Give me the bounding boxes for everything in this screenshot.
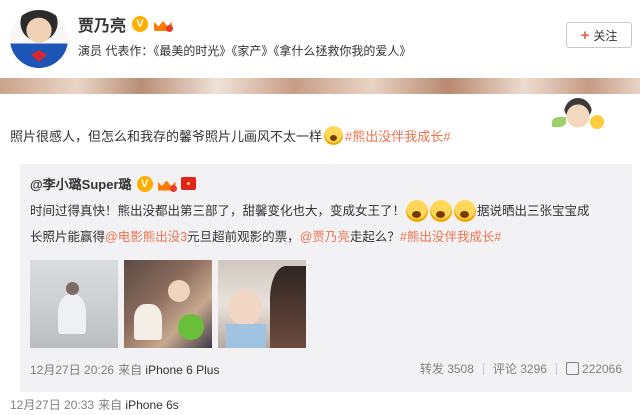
name-row: 贾乃亮 V <box>78 12 174 36</box>
user-name[interactable]: 贾乃亮 <box>78 12 126 36</box>
like-button[interactable]: 222066 <box>565 361 622 376</box>
weibo-post: 照片很感人，但怎么和我存的馨爷照片儿画风不太一样 #熊出没伴我成长# @李小璐S… <box>0 94 640 415</box>
work-link-1[interactable]: 《最美的时光》 <box>153 44 231 58</box>
divider <box>482 362 484 375</box>
post-source: 来自 iPhone 6s <box>98 396 179 413</box>
plus-icon: + <box>580 26 590 44</box>
shocked-emoji-icon <box>430 200 453 222</box>
repost-text-part: 据说晒出三张宝宝成 <box>477 204 590 218</box>
bio-prefix: 演员 代表作： <box>78 44 154 58</box>
topic-link[interactable]: #熊出没伴我成长# <box>400 224 501 250</box>
cover-strip <box>0 78 640 94</box>
work-link-2[interactable]: 《家产》 <box>231 44 273 58</box>
profile-header: 贾乃亮 V 演员 代表作：《最美的时光》《家产》《拿什么拯救你我的爱人》 + 关… <box>0 0 640 78</box>
source-prefix: 来自 <box>98 398 123 412</box>
comment-count: 3296 <box>520 362 547 376</box>
vip-crown-icon <box>157 177 177 192</box>
sleepy-emoji-icon <box>324 126 344 145</box>
repost-label: 转发 <box>419 362 444 376</box>
comment-label: 评论 <box>492 362 517 376</box>
repost-stats: 转发 3508 评论 3296 222066 <box>420 360 622 377</box>
follow-label: 关注 <box>593 28 618 43</box>
verified-icon: V <box>132 16 149 32</box>
repost-count-link[interactable]: 转发 3508 <box>420 360 474 377</box>
repost-text-part: 时间过得真快！熊出没都出第三部了，甜馨变化也大，变成女王了！ <box>30 204 406 218</box>
topic-link[interactable]: #熊出没伴我成长# <box>345 126 450 145</box>
repost-footer: 12月27日 20:26 来自 iPhone 6 Plus 转发 3508 评论… <box>30 360 622 378</box>
post-timestamp[interactable]: 12月27日 20:33 <box>10 396 94 413</box>
source-device-link[interactable]: iPhone 6 Plus <box>145 363 219 377</box>
like-count: 222066 <box>581 361 622 376</box>
user-bio: 演员 代表作：《最美的时光》《家产》《拿什么拯救你我的爱人》 <box>78 42 411 59</box>
post-body: 照片很感人，但怎么和我存的馨爷照片儿画风不太一样 <box>10 129 323 144</box>
source-device-link[interactable]: iPhone 6s <box>125 398 178 412</box>
photo-thumbnail-2[interactable] <box>124 260 212 348</box>
divider <box>555 362 557 375</box>
user-avatar[interactable] <box>10 10 68 68</box>
red-envelope-icon <box>180 177 196 190</box>
repost-timestamp[interactable]: 12月27日 20:26 <box>30 361 114 378</box>
card-sticker-icon <box>552 97 604 131</box>
thumbs-up-icon <box>565 362 579 375</box>
source-prefix: 来自 <box>118 362 143 377</box>
photo-thumbnail-3[interactable] <box>218 260 306 348</box>
repost-text-part: 走起么？ <box>349 230 400 244</box>
repost-source: 来自 iPhone 6 Plus <box>118 361 219 378</box>
photo-thumbnail-1[interactable] <box>30 260 118 348</box>
verified-icon: V <box>136 175 153 192</box>
post-footer: 12月27日 20:33 来自 iPhone 6s <box>10 396 179 413</box>
repost-text-part: 元旦超前观影的票， <box>187 230 300 244</box>
repost-author-row: @李小璐Super璐 V <box>30 174 196 193</box>
work-link-3[interactable]: 《拿什么拯救你我的爱人》 <box>273 44 411 58</box>
repost-author-link[interactable]: @李小璐Super璐 <box>30 174 132 193</box>
follow-button[interactable]: + 关注 <box>566 22 632 48</box>
repost-text: 时间过得真快！熊出没都出第三部了，甜馨变化也大，变成女王了！ 据说晒出三张宝宝成… <box>30 198 620 250</box>
movie-mention-link[interactable]: @电影熊出没3 <box>105 224 187 250</box>
repost-text-part: 长照片能赢得 <box>30 230 106 244</box>
photo-gallery <box>30 260 306 348</box>
comment-count-link[interactable]: 评论 3296 <box>493 360 547 377</box>
shocked-emoji-icon <box>406 200 429 222</box>
vip-crown-icon <box>154 17 174 32</box>
repost-count: 3508 <box>447 362 474 376</box>
shocked-emoji-icon <box>454 200 477 222</box>
reposted-weibo: @李小璐Super璐 V 时间过得真快！熊出没都出第三部了，甜馨变化也大，变成女… <box>20 164 632 392</box>
user-mention-link[interactable]: @贾乃亮 <box>300 224 350 250</box>
post-text: 照片很感人，但怎么和我存的馨爷照片儿画风不太一样 #熊出没伴我成长# <box>10 126 450 145</box>
